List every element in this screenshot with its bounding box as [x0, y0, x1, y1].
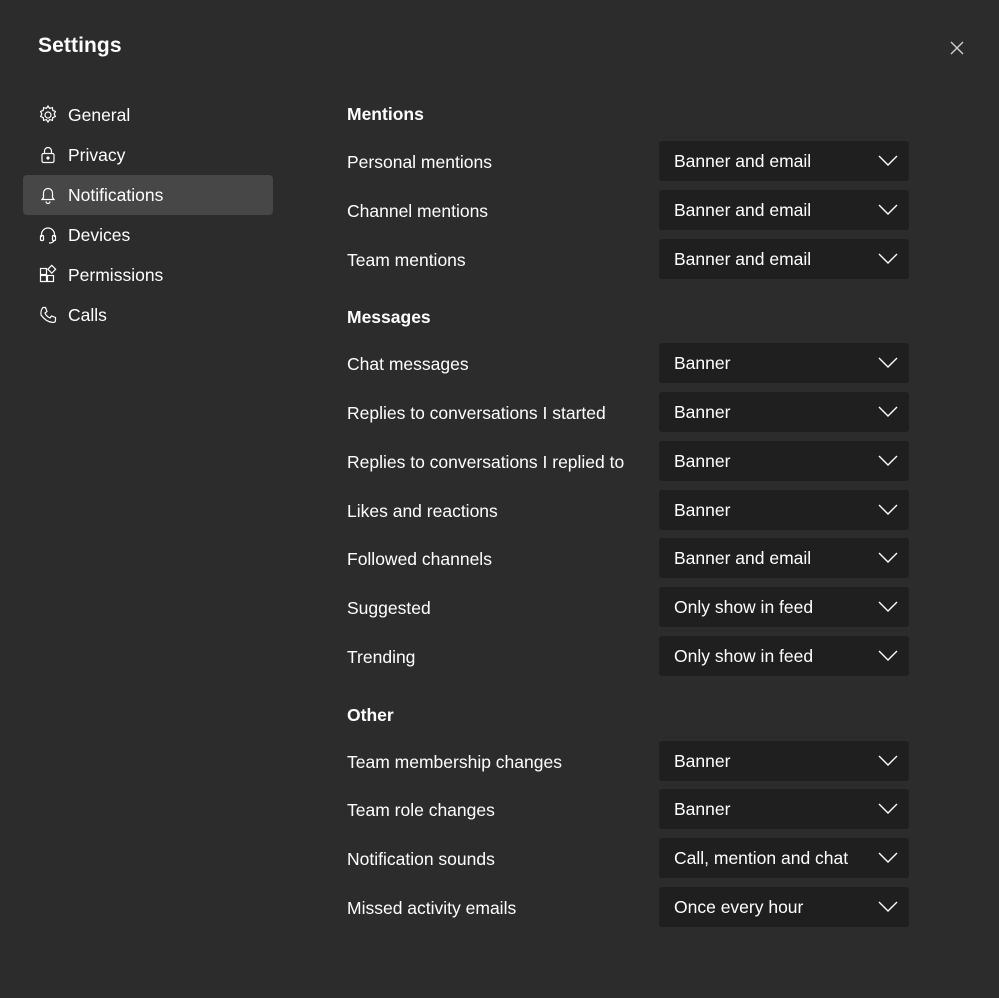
- chevron-down-icon: [878, 851, 898, 865]
- nav-item-general[interactable]: General: [23, 95, 273, 135]
- apps-icon: [37, 264, 59, 286]
- setting-row-chat-messages: Chat messages Banner: [347, 343, 909, 383]
- dropdown-value: Only show in feed: [674, 597, 814, 617]
- nav-item-permissions[interactable]: Permissions: [23, 255, 273, 295]
- dropdown-value: Once every hour: [674, 897, 804, 917]
- setting-row-team-role: Team role changes Banner: [347, 789, 909, 829]
- phone-icon: [37, 304, 59, 326]
- channel-mentions-dropdown[interactable]: Banner and email: [659, 190, 909, 230]
- setting-label: Trending: [347, 647, 416, 667]
- chevron-down-icon: [878, 503, 898, 517]
- setting-label: Team membership changes: [347, 752, 562, 772]
- nav-item-label: Notifications: [68, 184, 164, 205]
- replies-started-dropdown[interactable]: Banner: [659, 392, 909, 432]
- nav-item-privacy[interactable]: Privacy: [23, 135, 273, 175]
- nav-item-label: Calls: [68, 304, 107, 325]
- chevron-down-icon: [878, 649, 898, 663]
- dropdown-value: Banner: [674, 751, 731, 771]
- dropdown-value: Banner and email: [674, 249, 812, 269]
- setting-label: Channel mentions: [347, 201, 489, 221]
- setting-label: Chat messages: [347, 354, 469, 374]
- chat-messages-dropdown[interactable]: Banner: [659, 343, 909, 383]
- chevron-down-icon: [878, 203, 898, 217]
- chevron-down-icon: [878, 600, 898, 614]
- trending-dropdown[interactable]: Only show in feed: [659, 636, 909, 676]
- nav-item-devices[interactable]: Devices: [23, 215, 273, 255]
- setting-label: Personal mentions: [347, 152, 492, 172]
- close-button[interactable]: [947, 38, 967, 58]
- chevron-down-icon: [878, 551, 898, 565]
- nav-item-notifications[interactable]: Notifications: [23, 175, 273, 215]
- chevron-down-icon: [878, 802, 898, 816]
- chevron-down-icon: [878, 154, 898, 168]
- setting-row-team-mentions: Team mentions Banner and email: [347, 239, 909, 279]
- setting-row-missed-activity: Missed activity emails Once every hour: [347, 887, 909, 927]
- setting-row-team-membership: Team membership changes Banner: [347, 741, 909, 781]
- dropdown-value: Banner: [674, 500, 731, 520]
- lock-icon: [37, 144, 59, 166]
- setting-row-personal-mentions: Personal mentions Banner and email: [347, 141, 909, 181]
- setting-row-replies-replied: Replies to conversations I replied to Ba…: [347, 441, 909, 481]
- setting-label: Followed channels: [347, 549, 492, 569]
- setting-row-replies-started: Replies to conversations I started Banne…: [347, 392, 909, 432]
- team-mentions-dropdown[interactable]: Banner and email: [659, 239, 909, 279]
- setting-row-trending: Trending Only show in feed: [347, 636, 909, 676]
- chevron-down-icon: [878, 754, 898, 768]
- bell-icon: [37, 184, 59, 206]
- setting-row-channel-mentions: Channel mentions Banner and email: [347, 190, 909, 230]
- team-membership-dropdown[interactable]: Banner: [659, 741, 909, 781]
- dropdown-value: Banner: [674, 353, 731, 373]
- setting-label: Likes and reactions: [347, 501, 498, 521]
- page-title: Settings: [38, 34, 122, 57]
- notification-sounds-dropdown[interactable]: Call, mention and chat: [659, 838, 909, 878]
- setting-label: Suggested: [347, 598, 431, 618]
- missed-activity-dropdown[interactable]: Once every hour: [659, 887, 909, 927]
- dropdown-value: Banner and email: [674, 200, 812, 220]
- setting-label: Missed activity emails: [347, 898, 517, 918]
- setting-label: Team mentions: [347, 250, 466, 270]
- chevron-down-icon: [878, 405, 898, 419]
- setting-row-followed-channels: Followed channels Banner and email: [347, 538, 909, 578]
- setting-label: Replies to conversations I replied to: [347, 452, 625, 472]
- nav-item-calls[interactable]: Calls: [23, 295, 273, 335]
- section-title-other: Other: [347, 705, 394, 725]
- setting-label: Team role changes: [347, 800, 495, 820]
- headset-icon: [37, 224, 59, 246]
- chevron-down-icon: [878, 900, 898, 914]
- nav-item-label: Devices: [68, 224, 131, 245]
- setting-row-likes-reactions: Likes and reactions Banner: [347, 490, 909, 530]
- setting-row-suggested: Suggested Only show in feed: [347, 587, 909, 627]
- followed-channels-dropdown[interactable]: Banner and email: [659, 538, 909, 578]
- close-icon: [950, 41, 964, 55]
- dropdown-value: Banner and email: [674, 151, 812, 171]
- setting-label: Notification sounds: [347, 849, 495, 869]
- section-title-messages: Messages: [347, 307, 431, 327]
- dropdown-value: Banner and email: [674, 548, 812, 568]
- dropdown-value: Banner: [674, 451, 731, 471]
- nav-item-label: General: [68, 104, 131, 125]
- setting-label: Replies to conversations I started: [347, 403, 606, 423]
- chevron-down-icon: [878, 252, 898, 266]
- dropdown-value: Banner: [674, 402, 731, 422]
- setting-row-notification-sounds: Notification sounds Call, mention and ch…: [347, 838, 909, 878]
- dropdown-value: Call, mention and chat: [674, 848, 849, 868]
- gear-icon: [37, 104, 59, 126]
- nav-item-label: Permissions: [68, 264, 164, 285]
- chevron-down-icon: [878, 356, 898, 370]
- team-role-dropdown[interactable]: Banner: [659, 789, 909, 829]
- nav-item-label: Privacy: [68, 144, 126, 165]
- dropdown-value: Banner: [674, 799, 731, 819]
- settings-nav: General Privacy Notifications Devices Pe…: [23, 95, 273, 335]
- dropdown-value: Only show in feed: [674, 646, 814, 666]
- suggested-dropdown[interactable]: Only show in feed: [659, 587, 909, 627]
- replies-replied-dropdown[interactable]: Banner: [659, 441, 909, 481]
- chevron-down-icon: [878, 454, 898, 468]
- likes-reactions-dropdown[interactable]: Banner: [659, 490, 909, 530]
- section-title-mentions: Mentions: [347, 104, 424, 124]
- personal-mentions-dropdown[interactable]: Banner and email: [659, 141, 909, 181]
